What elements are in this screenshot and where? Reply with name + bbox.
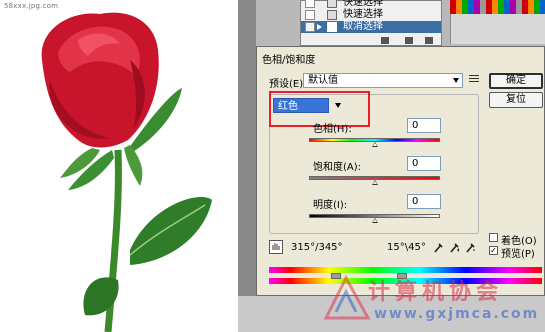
history-checkbox[interactable] — [305, 0, 315, 8]
hue-saturation-dialog: 色相/饱和度 预设(E): 默认值 确定 复位 红色 色相(H): 0 饱和度(… — [256, 46, 545, 296]
site-watermark: 计算机协会 www.gxjmca.com — [320, 268, 545, 332]
history-step-icon — [327, 0, 337, 8]
new-document-from-state-icon[interactable] — [381, 37, 389, 44]
preview-label: 预览(P) — [501, 249, 535, 260]
eyedropper-plus-icon[interactable] — [449, 241, 459, 253]
history-step-icon — [327, 22, 337, 32]
saturation-label: 饱和度(A): — [313, 162, 362, 173]
preview-checkbox[interactable]: ✓ — [489, 246, 498, 255]
history-item[interactable]: 快速选择 — [301, 0, 441, 9]
swatches-panel[interactable] — [450, 0, 545, 14]
history-state-arrow-icon — [317, 24, 322, 30]
range-left-degrees: 315°/345° — [291, 242, 343, 253]
reset-button[interactable]: 复位 — [489, 92, 543, 108]
swatches-panel-body — [450, 14, 545, 44]
history-checkbox[interactable] — [305, 22, 315, 32]
preset-label: 预设(E): — [269, 79, 307, 90]
watermark-logo-icon — [323, 274, 371, 320]
eyedropper-icon[interactable] — [433, 241, 443, 253]
hue-input[interactable]: 0 — [407, 118, 441, 133]
eyedropper-minus-icon[interactable] — [465, 241, 475, 253]
range-right-degrees: 15°\45° — [387, 242, 426, 253]
colorize-checkbox[interactable] — [489, 233, 498, 242]
history-item-label: 快速选择 — [343, 9, 383, 20]
rose-image — [41, 12, 212, 332]
history-item-label: 快速选择 — [343, 0, 383, 8]
targeted-adjustment-hand-icon[interactable] — [269, 240, 283, 254]
history-checkbox[interactable] — [305, 10, 315, 20]
trash-icon[interactable] — [425, 37, 433, 44]
preset-value: 默认值 — [308, 75, 338, 86]
history-step-icon — [327, 10, 337, 20]
snapshot-icon[interactable] — [405, 37, 413, 44]
history-panel: 快速选择 快速选择 取消选择 — [300, 0, 442, 46]
preset-options-icon[interactable] — [469, 75, 481, 85]
watermark-url: www.gxjmca.com — [374, 306, 540, 322]
dialog-title: 色相/饱和度 — [262, 55, 316, 66]
lightness-input[interactable]: 0 — [407, 194, 441, 209]
history-toolbar — [301, 37, 441, 46]
lightness-slider-thumb[interactable] — [372, 218, 378, 223]
chevron-down-icon — [453, 78, 459, 83]
hue-label: 色相(H): — [313, 124, 352, 135]
hue-slider-thumb[interactable] — [372, 142, 378, 147]
rose-photo: 58xxx.jpg.com — [0, 0, 238, 332]
workspace-gutter — [238, 0, 256, 332]
saturation-input[interactable]: 0 — [407, 156, 441, 171]
saturation-slider-thumb[interactable] — [372, 180, 378, 185]
history-item-label: 取消选择 — [343, 21, 383, 32]
watermark-text: 计算机协会 — [368, 279, 504, 305]
preset-select[interactable]: 默认值 — [303, 73, 463, 88]
lightness-label: 明度(I): — [313, 200, 348, 211]
history-item[interactable]: 快速选择 — [301, 9, 441, 21]
ok-button[interactable]: 确定 — [489, 73, 543, 89]
history-item-selected[interactable]: 取消选择 — [301, 21, 441, 33]
